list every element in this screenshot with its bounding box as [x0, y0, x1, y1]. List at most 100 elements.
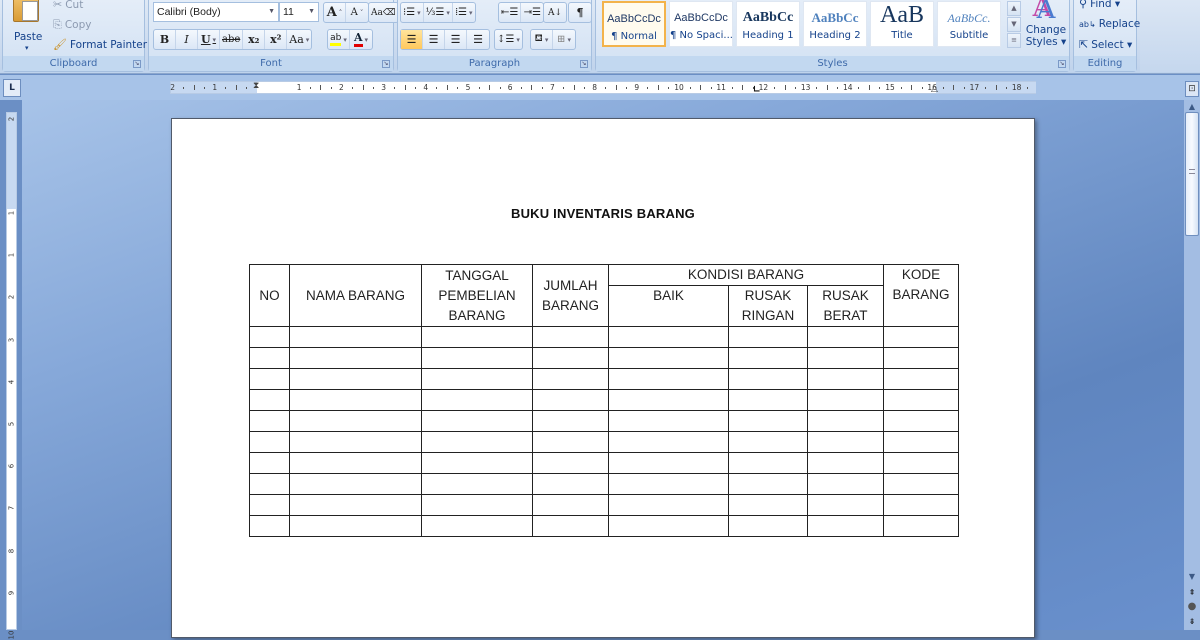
- table-cell[interactable]: [883, 347, 959, 369]
- view-ruler-button[interactable]: ⊡: [1185, 81, 1199, 97]
- vertical-scrollbar[interactable]: ▲ ▼ ⇞ ● ⇟: [1184, 100, 1200, 630]
- sort-button[interactable]: A↓: [544, 3, 566, 22]
- table-cell[interactable]: [807, 515, 884, 537]
- table-cell[interactable]: [249, 389, 290, 411]
- table-cell[interactable]: [249, 494, 290, 516]
- table-cell[interactable]: [289, 515, 422, 537]
- multilevel-list-button[interactable]: ⁞☰ ▾: [453, 3, 475, 22]
- table-cell[interactable]: [249, 326, 290, 348]
- grow-font-button[interactable]: A ˄: [324, 3, 346, 22]
- bold-button[interactable]: B: [154, 30, 176, 49]
- underline-button[interactable]: U ▾: [198, 30, 220, 49]
- table-cell[interactable]: [807, 410, 884, 432]
- replace-button[interactable]: ab↳ Replace: [1079, 18, 1140, 30]
- table-cell[interactable]: [249, 431, 290, 453]
- styles-dialog-launcher[interactable]: ↘: [1058, 60, 1066, 68]
- table-cell[interactable]: [532, 452, 609, 474]
- table-cell[interactable]: [532, 473, 609, 495]
- table-cell[interactable]: [807, 389, 884, 411]
- table-cell[interactable]: [421, 431, 533, 453]
- tab-stop-selector[interactable]: L: [3, 79, 21, 97]
- table-cell[interactable]: [532, 368, 609, 390]
- table-cell[interactable]: [421, 347, 533, 369]
- table-cell[interactable]: [421, 494, 533, 516]
- font-name-dropdown-icon[interactable]: ▼: [268, 3, 275, 21]
- table-cell[interactable]: [883, 326, 959, 348]
- table-cell[interactable]: [249, 452, 290, 474]
- header-rusak-berat[interactable]: RUSAK BERAT: [807, 285, 884, 327]
- table-cell[interactable]: [249, 410, 290, 432]
- table-cell[interactable]: [421, 410, 533, 432]
- show-hide-marks-button[interactable]: ¶: [569, 3, 591, 22]
- table-cell[interactable]: [807, 347, 884, 369]
- font-size-dropdown-icon[interactable]: ▼: [308, 3, 315, 21]
- table-cell[interactable]: [608, 410, 729, 432]
- table-cell[interactable]: [421, 473, 533, 495]
- table-cell[interactable]: [728, 515, 808, 537]
- table-cell[interactable]: [883, 515, 959, 537]
- table-cell[interactable]: [608, 494, 729, 516]
- format-painter-button[interactable]: 🖌 Format Painter: [53, 38, 147, 51]
- header-nama-barang[interactable]: NAMA BARANG: [289, 264, 422, 327]
- decrease-indent-button[interactable]: ⇤☰: [499, 3, 522, 22]
- style-title[interactable]: AaB Title: [870, 1, 934, 47]
- table-cell[interactable]: [883, 452, 959, 474]
- right-indent-marker[interactable]: △: [931, 84, 938, 94]
- table-cell[interactable]: [249, 473, 290, 495]
- find-button[interactable]: ⚲ Find ▾: [1079, 0, 1120, 10]
- table-cell[interactable]: [289, 473, 422, 495]
- select-button[interactable]: ⇱ Select ▾: [1079, 38, 1132, 51]
- styles-scroll-up-button[interactable]: ▲: [1007, 1, 1021, 16]
- document-page[interactable]: BUKU INVENTARIS BARANG NO NAMA BARANG TA…: [171, 118, 1035, 638]
- table-cell[interactable]: [728, 410, 808, 432]
- horizontal-ruler[interactable]: 2 1 1 2 3 4 5 6 7 8 9 10 11 12 13 14 15 16 17 18 ⧗ △ ∟: [170, 81, 1036, 95]
- table-cell[interactable]: [728, 452, 808, 474]
- change-case-button[interactable]: Aa ▾: [287, 30, 311, 49]
- table-cell[interactable]: [728, 326, 808, 348]
- table-cell[interactable]: [883, 368, 959, 390]
- table-cell[interactable]: [289, 431, 422, 453]
- shading-button[interactable]: ⛾ ▾: [531, 30, 553, 49]
- style-heading-2[interactable]: AaBbCc Heading 2: [803, 1, 867, 47]
- table-cell[interactable]: [728, 473, 808, 495]
- table-cell[interactable]: [249, 515, 290, 537]
- italic-button[interactable]: I: [176, 30, 198, 49]
- table-cell[interactable]: [883, 431, 959, 453]
- clear-formatting-button[interactable]: Aa⌫: [369, 3, 398, 22]
- styles-scroll-down-button[interactable]: ▼: [1007, 17, 1021, 32]
- align-right-button[interactable]: ☰: [445, 30, 467, 49]
- table-cell[interactable]: [883, 389, 959, 411]
- table-cell[interactable]: [883, 494, 959, 516]
- strikethrough-button[interactable]: abe: [220, 30, 244, 49]
- table-cell[interactable]: [421, 389, 533, 411]
- align-left-button[interactable]: ☰: [401, 30, 423, 49]
- justify-button[interactable]: ☰: [467, 30, 489, 49]
- bullets-button[interactable]: ⁝☰ ▾: [401, 3, 424, 22]
- header-kode-barang[interactable]: KODE BARANG: [883, 264, 959, 327]
- inventory-table[interactable]: NO NAMA BARANG TANGGAL PEMBELIAN BARANG …: [249, 264, 959, 537]
- first-line-indent-marker[interactable]: ⧗: [253, 81, 259, 91]
- table-cell[interactable]: [249, 347, 290, 369]
- paste-dropdown-icon[interactable]: ▾: [25, 44, 29, 52]
- table-cell[interactable]: [807, 452, 884, 474]
- table-cell[interactable]: [532, 326, 609, 348]
- style-normal[interactable]: AaBbCcDc ¶ Normal: [602, 1, 666, 47]
- table-cell[interactable]: [608, 515, 729, 537]
- table-cell[interactable]: [421, 515, 533, 537]
- header-baik[interactable]: BAIK: [608, 285, 729, 327]
- style-subtitle[interactable]: AaBbCc. Subtitle: [937, 1, 1001, 47]
- borders-button[interactable]: ⊞ ▾: [553, 30, 575, 49]
- paste-button[interactable]: [9, 0, 43, 32]
- table-cell[interactable]: [289, 389, 422, 411]
- table-cell[interactable]: [532, 347, 609, 369]
- table-cell[interactable]: [608, 452, 729, 474]
- table-cell[interactable]: [532, 431, 609, 453]
- table-cell[interactable]: [532, 389, 609, 411]
- select-browse-object-button[interactable]: ●: [1184, 600, 1200, 614]
- line-spacing-button[interactable]: ↕☰ ▾: [495, 30, 522, 49]
- table-cell[interactable]: [421, 326, 533, 348]
- font-dialog-launcher[interactable]: ↘: [382, 60, 390, 68]
- scrollbar-thumb[interactable]: [1185, 112, 1199, 236]
- change-styles-button[interactable]: A Change Styles ▾: [1024, 0, 1068, 52]
- table-cell[interactable]: [608, 347, 729, 369]
